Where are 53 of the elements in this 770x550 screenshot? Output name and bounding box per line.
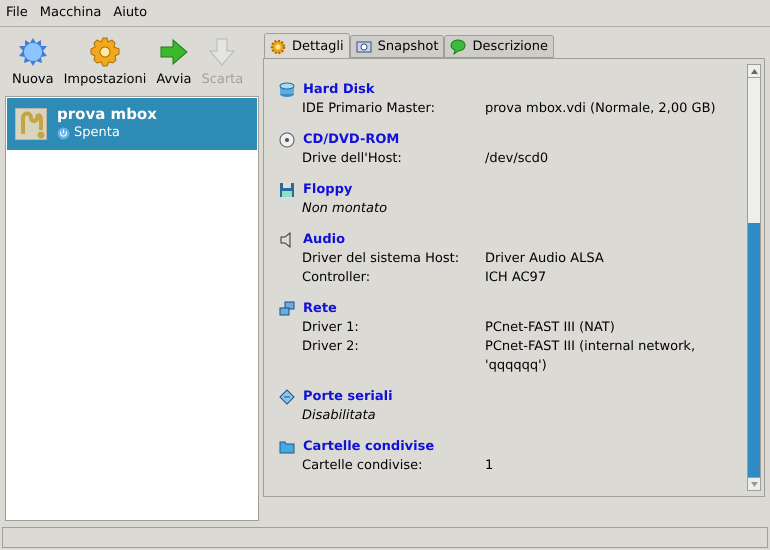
vm-state: Spenta — [74, 124, 120, 142]
property-note: Disabilitata — [301, 407, 377, 425]
property-value: PCnet-FAST III (internal network, 'qqqqqq') — [485, 338, 696, 375]
starburst-icon — [18, 36, 48, 66]
scrollbar-thumb[interactable] — [748, 223, 760, 477]
os-unknown-icon — [15, 108, 47, 140]
property-label: Controller: — [302, 269, 372, 287]
arrow-down-icon — [207, 36, 238, 66]
vm-name: prova mbox — [57, 105, 157, 124]
menu-item[interactable]: Macchina — [40, 3, 102, 23]
arrow-right-icon — [158, 36, 189, 66]
property-value: /dev/scd0 — [485, 150, 550, 168]
disc-icon — [279, 132, 295, 148]
network-icon — [279, 300, 295, 316]
section-title: Rete — [303, 300, 337, 318]
property-note: Non montato — [301, 200, 388, 218]
property-value: PCnet-FAST III (NAT) — [485, 319, 616, 337]
section-title: Floppy — [303, 180, 352, 199]
property-value: prova mbox.vdi (Normale, 2,00 GB) — [485, 100, 717, 118]
speech-bubble-icon — [450, 38, 466, 54]
menu-item[interactable]: File — [6, 3, 28, 23]
power-icon — [57, 126, 70, 140]
section-title: Hard Disk — [303, 80, 375, 99]
gear-icon — [270, 38, 286, 54]
toolbar-button[interactable]: Impostazioni — [64, 36, 146, 89]
disk-stack-icon — [279, 82, 295, 98]
property-label: Driver 2: — [302, 338, 360, 356]
toolbar-button[interactable]: Avvia — [156, 36, 192, 89]
scroll-down-icon[interactable] — [750, 482, 758, 486]
property-label: IDE Primario Master: — [302, 100, 436, 118]
tab[interactable]: Dettagli — [264, 33, 350, 59]
scroll-up-icon[interactable] — [750, 68, 758, 74]
section-title: CD/DVD-ROM — [303, 130, 400, 149]
menu-item[interactable]: Aiuto — [113, 3, 148, 23]
property-label: Drive dell'Host: — [302, 150, 403, 168]
tab[interactable]: Snapshot — [350, 35, 444, 58]
section-title: Audio — [303, 230, 346, 249]
camera-icon — [356, 40, 372, 54]
property-value: ICH AC97 — [485, 269, 548, 287]
property-label: Cartelle condivise: — [302, 457, 424, 475]
property-value: Driver Audio ALSA — [485, 250, 605, 268]
folder-icon — [279, 438, 295, 454]
property-label: Driver del sistema Host: — [302, 250, 460, 268]
section-title: Porte seriali — [303, 388, 393, 406]
toolbar-button[interactable]: Nuova — [12, 36, 54, 89]
tab[interactable]: Descrizione — [444, 35, 554, 58]
property-value: 1 — [485, 457, 494, 475]
connector-icon — [279, 388, 295, 404]
property-label: Driver 1: — [302, 319, 360, 337]
section-title: Cartelle condivise — [303, 438, 434, 456]
floppy-icon — [279, 182, 295, 198]
gear-icon — [90, 36, 120, 66]
vm-list-item[interactable]: prova mbox Spenta — [7, 98, 257, 150]
